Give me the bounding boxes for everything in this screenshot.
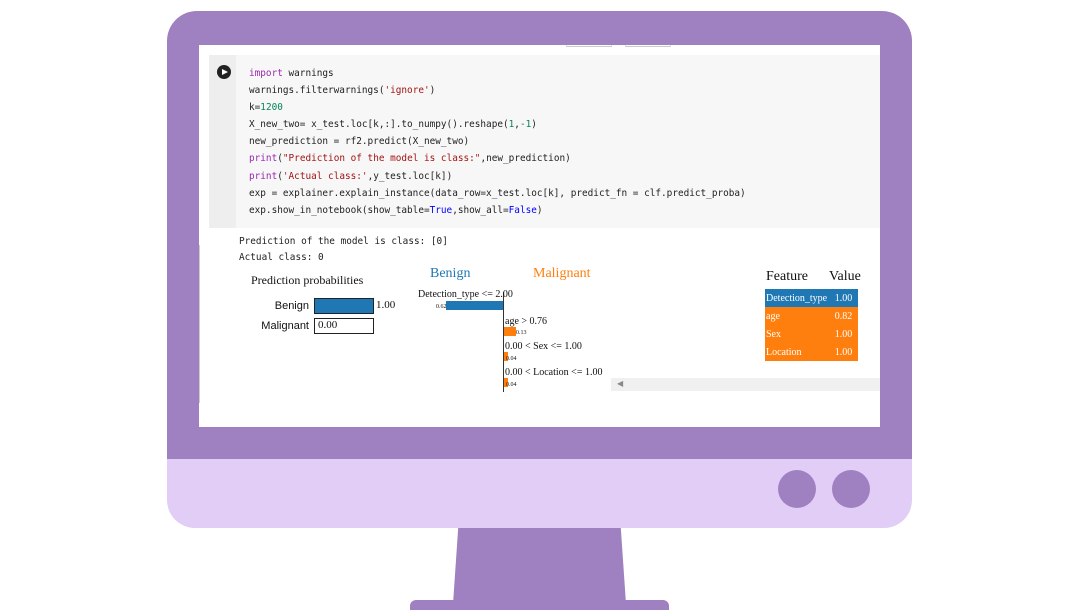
explanation-axis: [503, 292, 504, 392]
feature-condition: 0.00 < Sex <= 1.00: [505, 341, 582, 352]
table-header-feature: Feature: [766, 269, 808, 284]
feature-condition: Detection_type <= 2.00: [418, 289, 513, 300]
class-label-malignant: Malignant: [533, 266, 591, 281]
notebook-screen: import warnings warnings.filterwarnings(…: [199, 45, 880, 427]
feature-name: Detection_type: [766, 292, 828, 304]
table-header-value: Value: [829, 269, 861, 284]
feature-condition: age > 0.76: [505, 316, 548, 327]
prediction-probabilities-title: Prediction probabilities: [251, 273, 364, 287]
feature-weight-value: 0.04: [506, 382, 517, 388]
monitor-stand-neck: [453, 528, 626, 604]
table-row: Detection_type 1.00: [765, 289, 858, 307]
monitor-stand-base: [410, 600, 669, 610]
probability-fill: [315, 299, 373, 313]
feature-name: Location: [766, 346, 802, 358]
probability-label-malignant: Malignant: [261, 320, 309, 332]
probability-value-malignant: 0.00: [318, 319, 338, 331]
feature-value: 0.82: [834, 310, 853, 322]
lime-explanation: Prediction probabilities Benign 1.00 Mal…: [199, 45, 880, 427]
feature-weight-bar: [504, 327, 516, 336]
feature-weight-value: 0.62: [436, 304, 447, 310]
class-label-benign: Benign: [430, 266, 471, 281]
monitor-button-right: [832, 470, 870, 508]
probability-bar-malignant: 0.00: [314, 318, 374, 334]
scroll-left-icon[interactable]: ◀: [617, 379, 623, 388]
probability-bar-benign: [314, 298, 374, 314]
table-row: Sex 1.00: [765, 325, 858, 343]
feature-value: 1.00: [834, 292, 853, 304]
feature-value: 1.00: [834, 328, 853, 340]
probability-label-benign: Benign: [274, 300, 309, 312]
feature-weight-bar: [445, 301, 503, 310]
horizontal-scrollbar[interactable]: ◀: [611, 378, 880, 391]
feature-name: Sex: [766, 328, 781, 340]
feature-weight-value: 0.04: [506, 356, 517, 362]
table-row: Location 1.00: [765, 343, 858, 361]
table-row: age 0.82: [765, 307, 858, 325]
feature-condition: 0.00 < Location <= 1.00: [505, 367, 603, 378]
feature-name: age: [766, 310, 780, 322]
feature-value: 1.00: [834, 346, 853, 358]
feature-weight-value: 0.13: [516, 330, 527, 336]
probability-value-benign: 1.00: [376, 299, 396, 311]
feature-value-table: Detection_type 1.00 age 0.82 Sex 1.00 Lo…: [765, 289, 858, 361]
monitor-button-left: [778, 470, 816, 508]
